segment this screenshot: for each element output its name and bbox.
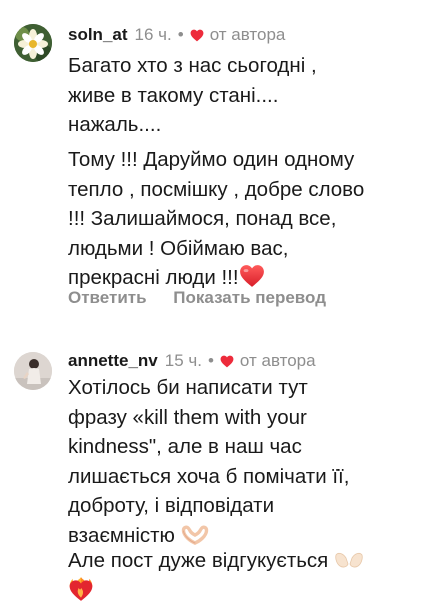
comment-line: !!! Залишаймося, понад все, <box>68 204 364 234</box>
comment-header: soln_at 16 ч. • от автора <box>68 24 285 46</box>
comment-actions: Ответить Показать перевод <box>68 287 326 309</box>
comment-line: kindness", але в наш час <box>68 432 349 462</box>
meta-separator: • <box>178 24 184 46</box>
comment-line: нажаль.... <box>68 110 317 140</box>
comment-line: фразу «kill them with your <box>68 403 349 433</box>
comment-line: Тому !!! Даруймо один одному <box>68 145 364 175</box>
comment-line: прекрасні люди !!! <box>68 266 239 289</box>
comment-paragraph: Багато хто з нас сьогодні , живе в таком… <box>68 51 317 140</box>
comment-paragraph: Хотілось би написати тут фразу «kill the… <box>68 373 349 550</box>
user-avatar[interactable] <box>14 24 52 62</box>
show-translation-button[interactable]: Показать перевод <box>173 288 326 307</box>
author-liked-label: от автора <box>240 350 316 372</box>
comment-time: 15 ч. <box>165 350 202 372</box>
comment-paragraph: Тому !!! Даруймо один одному тепло , пос… <box>68 145 364 293</box>
comment-line: лишається хоча б помічати її, <box>68 462 349 492</box>
comment-line: людьми ! Обіймаю вас, <box>68 234 364 264</box>
heart-hands-icon <box>181 524 209 546</box>
username[interactable]: soln_at <box>68 24 128 46</box>
user-avatar[interactable] <box>14 352 52 390</box>
comment-line: доброту, і відповідати <box>68 491 349 521</box>
open-hands-icon <box>334 549 364 571</box>
username[interactable]: annette_nv <box>68 350 158 372</box>
heart-icon <box>190 29 204 42</box>
comment-line-with-emoji: Але пост дуже відгукується <box>68 546 364 576</box>
comment-line: Хотілось би написати тут <box>68 373 349 403</box>
meta-separator: • <box>208 350 214 372</box>
comment-line-with-emoji <box>68 576 364 606</box>
heart-icon <box>220 355 234 368</box>
comment-header: annette_nv 15 ч. • от автора <box>68 350 316 372</box>
comment-time: 16 ч. <box>135 24 172 46</box>
author-liked-label: от автора <box>210 24 286 46</box>
comment-line: живе в такому стані.... <box>68 81 317 111</box>
reply-button[interactable]: Ответить <box>68 288 147 307</box>
red-heart-icon <box>239 264 265 288</box>
comment-line: тепло , посмішку , добре слово <box>68 175 364 205</box>
comment-line: взаємністю <box>68 524 175 547</box>
comment-paragraph: Але пост дуже відгукується <box>68 546 364 606</box>
comment-line: Але пост дуже відгукується <box>68 549 328 572</box>
flower-avatar-image <box>14 24 52 62</box>
burning-heart-icon <box>68 576 94 602</box>
person-avatar-image <box>14 352 52 390</box>
comment-line: Багато хто з нас сьогодні , <box>68 51 317 81</box>
